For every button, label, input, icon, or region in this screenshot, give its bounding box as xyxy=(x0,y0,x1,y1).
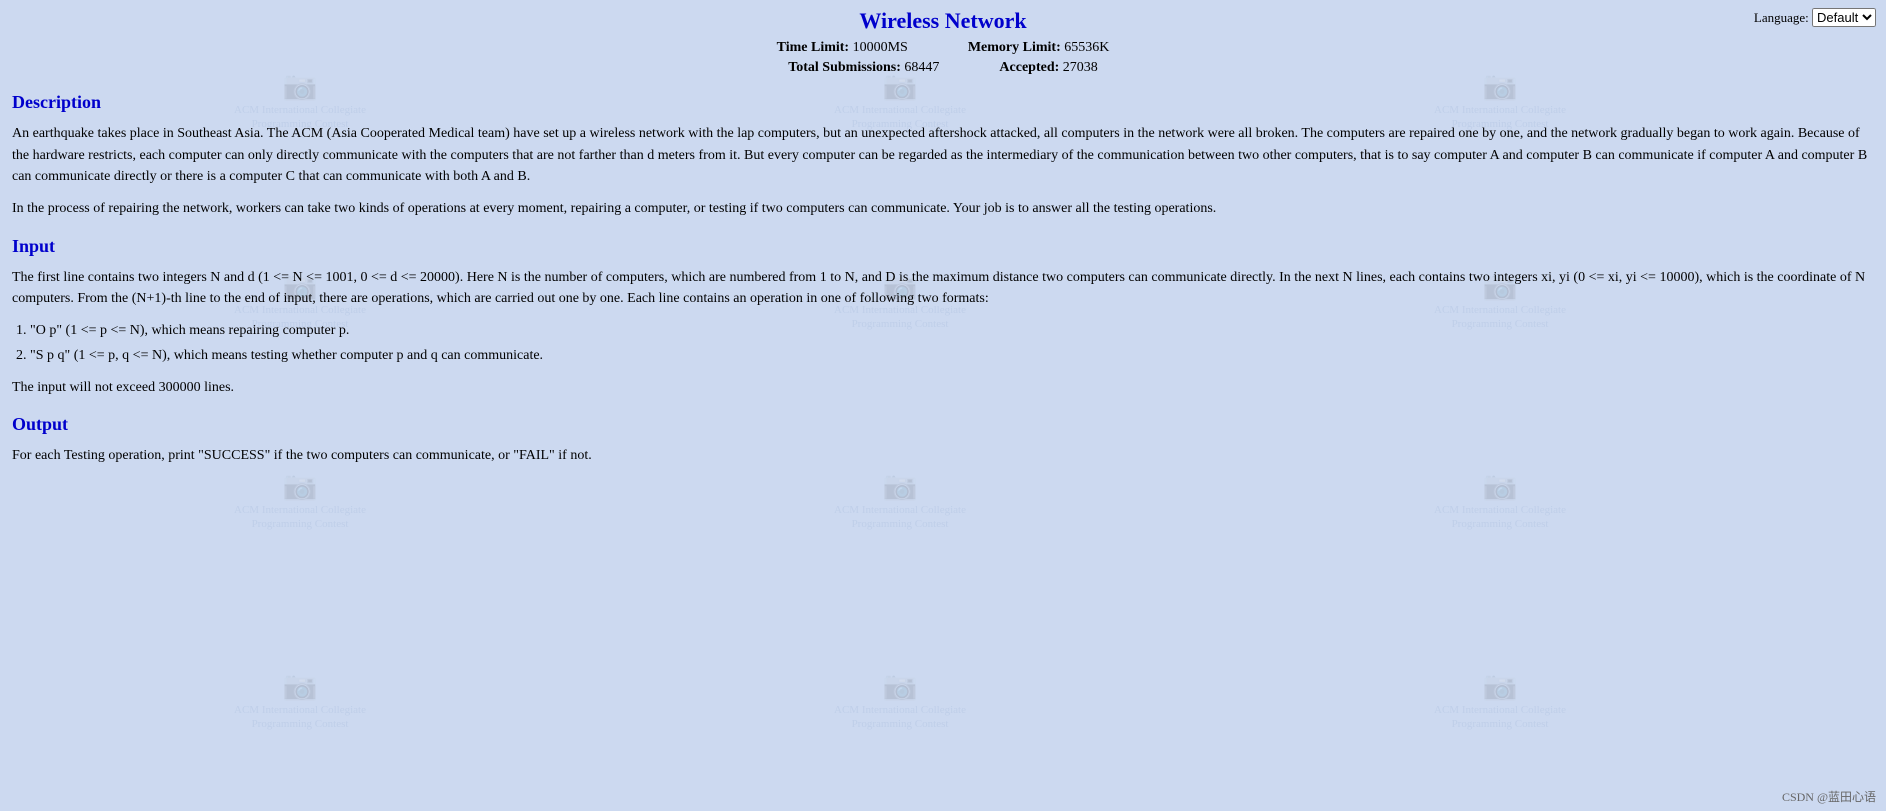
memory-limit-value: 65536K xyxy=(1064,40,1109,55)
meta-row-1: Time Limit: 10000MS Memory Limit: 65536K xyxy=(12,40,1874,56)
input-paragraph: The first line contains two integers N a… xyxy=(12,267,1874,310)
page-title: Wireless Network xyxy=(12,8,1874,34)
input-list-item-1: 1. "O p" (1 <= p <= N), which means repa… xyxy=(16,320,1874,342)
language-label: Language: xyxy=(1754,10,1809,25)
meta-row-2: Total Submissions: 68447 Accepted: 27038 xyxy=(12,60,1874,76)
description-body: An earthquake takes place in Southeast A… xyxy=(12,123,1874,220)
input-list: 1. "O p" (1 <= p <= N), which means repa… xyxy=(16,320,1874,366)
description-para-1: An earthquake takes place in Southeast A… xyxy=(12,123,1874,188)
output-title: Output xyxy=(12,414,1874,435)
input-footer: The input will not exceed 300000 lines. xyxy=(12,377,1874,399)
output-body: For each Testing operation, print "SUCCE… xyxy=(12,445,1874,467)
submissions-info: Total Submissions: 68447 xyxy=(788,60,939,76)
header-section: Wireless Network Time Limit: 10000MS Mem… xyxy=(12,8,1874,76)
csdn-credit: CSDN @蓝田心语 xyxy=(1782,788,1876,805)
language-selector[interactable]: Language: Default C C++ Java Python xyxy=(1754,8,1876,27)
language-dropdown[interactable]: Default C C++ Java Python xyxy=(1812,8,1876,27)
input-title: Input xyxy=(12,236,1874,257)
memory-limit-label: Memory Limit: 65536K xyxy=(968,40,1110,56)
description-para-2: In the process of repairing the network,… xyxy=(12,198,1874,220)
input-list-item-2: 2. "S p q" (1 <= p, q <= N), which means… xyxy=(16,345,1874,367)
input-body: The first line contains two integers N a… xyxy=(12,267,1874,398)
submissions-value: 68447 xyxy=(904,60,939,75)
accepted-info: Accepted: 27038 xyxy=(999,60,1097,76)
output-paragraph: For each Testing operation, print "SUCCE… xyxy=(12,445,1874,467)
accepted-value: 27038 xyxy=(1063,60,1098,75)
page-content: Wireless Network Time Limit: 10000MS Mem… xyxy=(0,0,1886,499)
time-limit-value: 10000MS xyxy=(853,40,908,55)
time-limit-label: Time Limit: 10000MS xyxy=(777,40,908,56)
description-title: Description xyxy=(12,92,1874,113)
